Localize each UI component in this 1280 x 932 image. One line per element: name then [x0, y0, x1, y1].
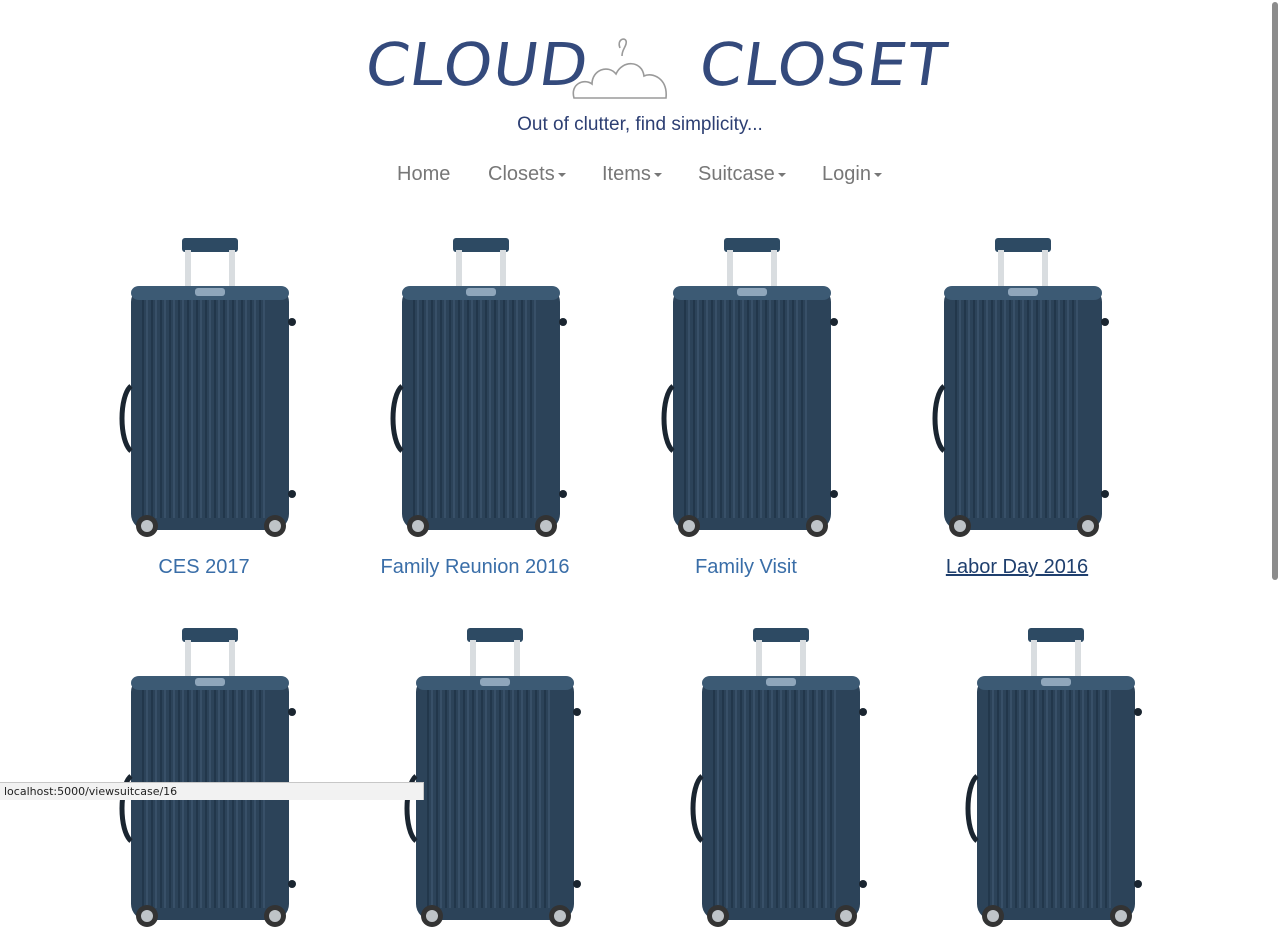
suitcase-card[interactable]: Labor Day 2016 — [917, 236, 1117, 578]
nav-items[interactable]: Items — [602, 163, 662, 186]
suitcase-card[interactable]: CES 2017 — [104, 236, 304, 578]
nav-closets[interactable]: Closets — [488, 163, 566, 186]
suitcase-image — [119, 238, 296, 537]
vertical-scrollbar[interactable] — [1270, 0, 1280, 800]
caret-down-icon — [777, 172, 786, 177]
caret-down-icon — [653, 172, 662, 177]
suitcase-card[interactable] — [950, 626, 1150, 932]
suitcase-image — [965, 628, 1142, 927]
suitcase-image — [932, 238, 1109, 537]
scrollbar-thumb[interactable] — [1272, 2, 1278, 580]
suitcase-label[interactable]: CES 2017 — [64, 556, 344, 579]
suitcase-image — [690, 628, 867, 927]
suitcase-card[interactable] — [675, 626, 875, 932]
tagline: Out of clutter, find simplicity... — [517, 114, 763, 135]
suitcase-card[interactable]: Family Visit — [646, 236, 846, 578]
hanger-cloud-icon — [572, 34, 672, 106]
suitcase-card[interactable] — [389, 626, 589, 932]
nav-home[interactable]: Home — [397, 163, 450, 186]
suitcase-card[interactable]: Family Reunion 2016 — [375, 236, 575, 578]
suitcase-image — [404, 628, 581, 927]
suitcase-card[interactable] — [104, 626, 304, 932]
brand-word-closet: CLOSET — [695, 29, 952, 100]
suitcase-label[interactable]: Family Visit — [606, 556, 886, 579]
nav-suitcase[interactable]: Suitcase — [698, 163, 786, 186]
suitcase-label[interactable]: Family Reunion 2016 — [335, 556, 615, 579]
nav-label: Suitcase — [698, 163, 775, 185]
nav-label: Home — [397, 163, 451, 185]
nav-login[interactable]: Login — [822, 163, 882, 186]
main-nav: Home Closets Items Suitcase Login — [0, 163, 1280, 193]
caret-down-icon — [557, 172, 566, 177]
nav-label: Login — [822, 163, 871, 185]
suitcase-label[interactable]: Labor Day 2016 — [877, 556, 1157, 579]
suitcase-image — [119, 628, 296, 927]
suitcase-image — [390, 238, 567, 537]
nav-label: Items — [602, 163, 651, 185]
caret-down-icon — [873, 172, 882, 177]
status-bar: localhost:5000/viewsuitcase/16 — [0, 782, 424, 800]
suitcase-image — [661, 238, 838, 537]
brand-logo[interactable]: CLOUD CLOSET — [361, 22, 952, 102]
brand-word-cloud: CLOUD — [361, 29, 594, 100]
nav-label: Closets — [488, 163, 555, 185]
